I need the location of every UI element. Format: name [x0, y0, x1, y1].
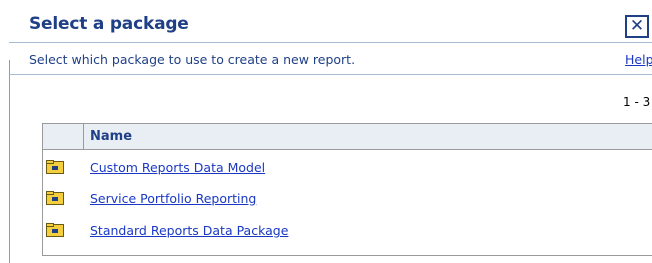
help-link[interactable]: Help	[625, 52, 652, 67]
left-border	[9, 60, 10, 263]
package-folder-icon	[46, 191, 64, 205]
column-header-name[interactable]: Name	[90, 129, 132, 144]
package-link[interactable]: Standard Reports Data Package	[90, 223, 288, 238]
package-link[interactable]: Service Portfolio Reporting	[90, 191, 256, 206]
package-table: Name Custom Reports Data Model Service P…	[42, 123, 652, 256]
close-icon: ✕	[629, 16, 645, 36]
package-folder-icon	[46, 223, 64, 237]
dialog-title: Select a package	[29, 14, 189, 34]
table-row[interactable]: Standard Reports Data Package	[43, 219, 652, 249]
header-separator	[83, 124, 84, 149]
dialog-subtitle: Select which package to use to create a …	[29, 52, 356, 67]
table-row[interactable]: Service Portfolio Reporting	[43, 187, 652, 217]
pager-range: 1 - 3	[623, 95, 651, 109]
table-row[interactable]: Custom Reports Data Model	[43, 156, 652, 186]
table-header: Name	[43, 124, 652, 150]
close-button[interactable]: ✕	[625, 15, 649, 38]
package-link[interactable]: Custom Reports Data Model	[90, 160, 265, 175]
package-folder-icon	[46, 160, 64, 174]
